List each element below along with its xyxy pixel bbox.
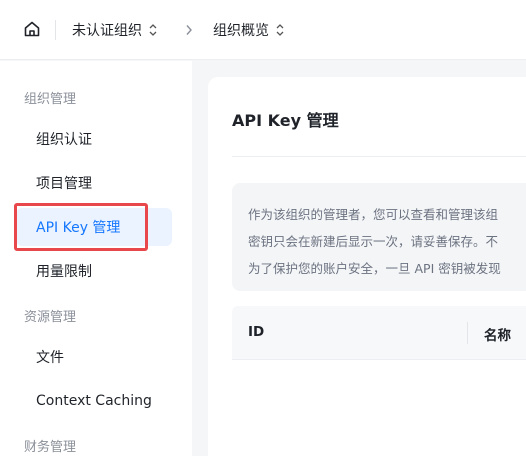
title-divider: [232, 156, 526, 157]
sidebar-item-label: 项目管理: [36, 176, 92, 192]
sidebar: 组织管理 组织认证 项目管理 API Key 管理 用量限制 资源管理 文件 C…: [0, 61, 192, 456]
top-bar: 未认证组织 组织概览: [0, 0, 526, 60]
section-title-resource-management: 资源管理: [24, 310, 77, 325]
sidebar-item-files[interactable]: 文件: [16, 338, 172, 376]
table-header: ID 名称: [232, 306, 526, 360]
sidebar-item-context-caching[interactable]: Context Caching: [16, 382, 172, 420]
info-notice: 作为该组织的管理者，您可以查看和管理该组 密钥只会在新建后显示一次，请妥善保存。…: [232, 183, 526, 291]
section-title-finance-management: 财务管理: [24, 440, 77, 455]
sidebar-item-project-management[interactable]: 项目管理: [16, 164, 172, 202]
sidebar-item-label: API Key 管理: [36, 220, 121, 236]
chevron-up-down-icon: [275, 23, 285, 37]
column-header-name: 名称: [484, 328, 511, 344]
sidebar-item-label: 文件: [36, 350, 64, 366]
column-header-id: ID: [248, 324, 265, 340]
header-divider: [55, 20, 56, 40]
page-switch-label: 组织概览: [213, 23, 269, 39]
sidebar-item-label: 组织认证: [36, 132, 92, 148]
main-content-card: API Key 管理 作为该组织的管理者，您可以查看和管理该组 密钥只会在新建后…: [208, 77, 526, 456]
section-title-org-management: 组织管理: [24, 92, 77, 107]
chevron-up-down-icon: [148, 23, 158, 37]
sidebar-item-org-verification[interactable]: 组织认证: [16, 120, 172, 158]
org-name: 未认证组织: [72, 23, 142, 39]
org-switcher[interactable]: 未认证组织: [72, 19, 158, 41]
sidebar-item-api-key-management[interactable]: API Key 管理: [16, 208, 172, 246]
sidebar-item-label: 用量限制: [36, 264, 92, 280]
sidebar-item-label: Context Caching: [36, 393, 152, 409]
notice-line: 作为该组织的管理者，您可以查看和管理该组: [248, 207, 499, 222]
sidebar-item-usage-limits[interactable]: 用量限制: [16, 252, 172, 290]
notice-line: 为了保护您的账户安全，一旦 API 密钥被发现: [248, 261, 501, 276]
home-icon: [24, 21, 40, 37]
notice-line: 密钥只会在新建后显示一次，请妥善保存。不: [248, 234, 499, 249]
home-button[interactable]: [22, 19, 42, 39]
column-divider[interactable]: [467, 322, 468, 344]
page-switcher[interactable]: 组织概览: [213, 19, 285, 41]
chevron-right-icon: [182, 21, 196, 39]
page-title: API Key 管理: [232, 111, 339, 130]
